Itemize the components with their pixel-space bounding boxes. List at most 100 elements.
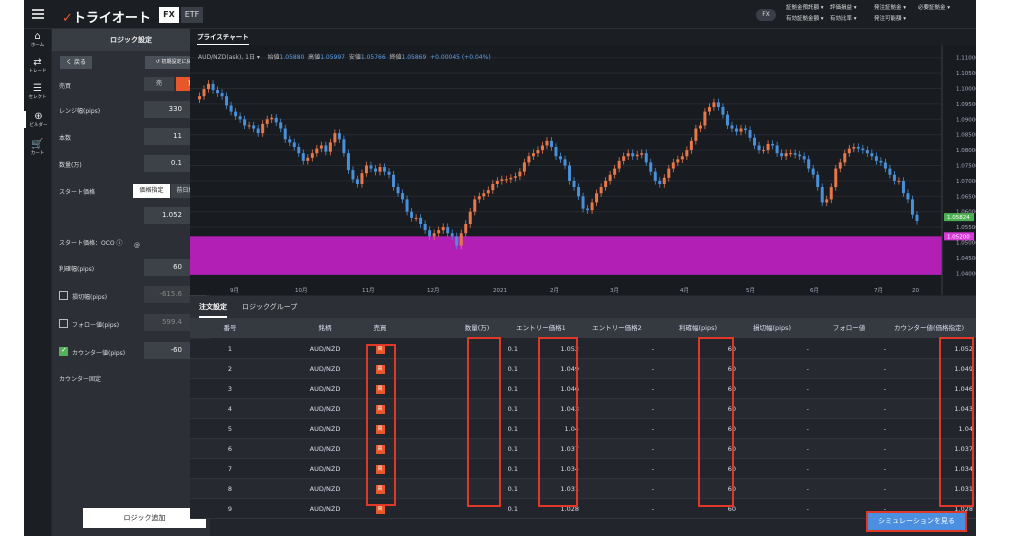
column-header: エントリー価格2 bbox=[592, 324, 642, 332]
candle-body bbox=[279, 122, 283, 129]
effective-margin-link[interactable]: 有効証拠金額 ▾ bbox=[786, 14, 830, 25]
candle-body bbox=[238, 116, 242, 120]
cell-fw: - bbox=[883, 485, 886, 493]
candle-body bbox=[319, 145, 323, 149]
loss-checkbox[interactable] bbox=[59, 291, 68, 300]
highlight-entry-column bbox=[538, 337, 578, 507]
cell-no: 3 bbox=[227, 385, 233, 393]
nav-select[interactable]: ☰ セレクト bbox=[24, 83, 51, 100]
add-logic-button[interactable]: ロジック追加 bbox=[83, 508, 206, 528]
table-row[interactable]: 3 AUD/NZD 買 0.1 1.046-60- -1.046 bbox=[190, 379, 976, 399]
cell-sl: - bbox=[806, 445, 809, 453]
y-tick-label: 1.07500 bbox=[956, 164, 976, 170]
candle-body bbox=[577, 187, 581, 197]
candle-body bbox=[211, 83, 215, 91]
price-specify-toggle[interactable]: 価格指定 bbox=[133, 184, 170, 198]
chart-svg[interactable]: 1.11000 1.10500 1.10000 1.09500 1.09000 1.085… bbox=[190, 45, 976, 295]
column-header: フォロー値 bbox=[832, 324, 866, 332]
cell-sl: - bbox=[806, 365, 809, 373]
select-icon: ☰ bbox=[33, 83, 42, 94]
simulation-button[interactable]: シミュレーションを見る bbox=[866, 511, 967, 532]
loss-value: -615.6 bbox=[159, 290, 182, 298]
candle-body bbox=[252, 125, 256, 129]
cell-sl: - bbox=[806, 405, 809, 413]
candle-body bbox=[405, 199, 409, 212]
candle-body bbox=[888, 168, 892, 175]
fx-badge: FX bbox=[756, 9, 776, 21]
candle-body bbox=[513, 176, 517, 178]
nav-builder[interactable]: ⊕ ビルダー bbox=[24, 111, 51, 128]
orderable-amount-link[interactable]: 発注可能額 ▾ bbox=[874, 14, 918, 25]
candle-body bbox=[753, 137, 757, 146]
table-row[interactable]: 5 AUD/NZD 買 0.1 1.04-60- -1.04 bbox=[190, 419, 976, 439]
tab-logic-group[interactable]: ロジックグループ bbox=[242, 296, 297, 318]
candle-body bbox=[373, 168, 377, 172]
cell-no: 6 bbox=[227, 445, 233, 453]
margin-deposit-link[interactable]: 証拠金預託額 ▾ bbox=[786, 3, 830, 14]
candle-body bbox=[771, 143, 775, 146]
candle-body bbox=[676, 159, 680, 163]
required-margin-link[interactable]: 必要証拠金 ▾ bbox=[918, 3, 962, 14]
side-label: 売買 bbox=[59, 83, 72, 90]
nav-cart[interactable]: 🛒 カート bbox=[24, 139, 51, 156]
cell-sl: - bbox=[806, 465, 809, 473]
table-row[interactable]: 4 AUD/NZD 買 0.1 1.043-60- -1.043 bbox=[190, 399, 976, 419]
candle-body bbox=[595, 193, 599, 203]
table-row[interactable]: 8 AUD/NZD 買 0.1 1.031-60- -1.031 bbox=[190, 479, 976, 499]
candle-body bbox=[441, 227, 445, 231]
counter-checkbox[interactable] bbox=[59, 346, 68, 356]
candle-body bbox=[559, 156, 562, 160]
table-row[interactable]: 9 AUD/NZD 買 0.1 1.028-60- -1.028 bbox=[190, 499, 976, 519]
candle-body bbox=[207, 83, 211, 90]
y-tick-label: 1.04500 bbox=[956, 256, 976, 262]
fx-tab[interactable]: FX bbox=[159, 7, 179, 23]
candle-body bbox=[468, 211, 472, 225]
candle-body bbox=[491, 183, 495, 191]
table-row[interactable]: 7 AUD/NZD 買 0.1 1.034-60- -1.034 bbox=[190, 459, 976, 479]
candle-body bbox=[310, 153, 314, 158]
table-row[interactable]: 6 AUD/NZD 買 0.1 1.037-60- -1.037 bbox=[190, 439, 976, 459]
logo[interactable]: ✓トライオート bbox=[62, 7, 151, 26]
y-tick-label: 1.04000 bbox=[956, 271, 976, 277]
price-chart[interactable]: 1.11000 1.10500 1.10000 1.09500 1.09000 1.085… bbox=[190, 45, 976, 295]
x-tick-label: 20 bbox=[912, 288, 919, 294]
app-window: ✓トライオート FX ETF FX 証拠金預託額 ▾ 評価損益 ▾ 発注証拠金 ▾ 必… bbox=[24, 0, 976, 536]
candle-body bbox=[568, 165, 572, 181]
counter-label: カウンター値(pips) bbox=[72, 350, 126, 357]
tab-order-settings[interactable]: 注文設定 bbox=[199, 296, 227, 318]
x-tick-label: 10月 bbox=[295, 287, 308, 294]
candle-body bbox=[261, 123, 265, 134]
candle-body bbox=[892, 174, 896, 181]
symbol-selector[interactable]: AUD/NZD(ask), 1日 ▾ bbox=[198, 54, 260, 61]
close-label: 終値 bbox=[389, 54, 402, 61]
back-button[interactable]: く 戻る bbox=[60, 56, 92, 69]
etf-tab[interactable]: ETF bbox=[181, 7, 203, 23]
candle-body bbox=[355, 179, 359, 184]
candle-body bbox=[270, 117, 274, 120]
candle-body bbox=[283, 128, 287, 140]
nav-home[interactable]: ⌂ ホーム bbox=[24, 31, 51, 48]
order-margin-link[interactable]: 発注証拠金 ▾ bbox=[874, 3, 918, 14]
candle-body bbox=[730, 125, 734, 129]
follow-checkbox[interactable] bbox=[59, 319, 68, 328]
highlight-profit-column bbox=[698, 337, 734, 507]
table-row[interactable]: 2 AUD/NZD 買 0.1 1.049-60- -1.049 bbox=[190, 359, 976, 379]
entry-zone bbox=[190, 236, 942, 275]
counter-value: -60 bbox=[170, 346, 182, 354]
candle-body bbox=[392, 174, 396, 188]
candle-body bbox=[739, 128, 743, 132]
tab-price-chart[interactable]: プライスチャート bbox=[197, 29, 249, 45]
profit-value: 60 bbox=[173, 263, 182, 271]
sell-toggle[interactable]: 売 bbox=[144, 77, 174, 91]
candle-body bbox=[234, 111, 238, 117]
table-row[interactable]: 1 AUD/NZD 買 0.1 1.052-60- -1.052 bbox=[190, 339, 976, 359]
open-value: 1.05880 bbox=[279, 54, 305, 61]
y-tick-label: 1.09000 bbox=[956, 117, 976, 123]
candle-body bbox=[626, 153, 630, 157]
menu-icon[interactable] bbox=[32, 9, 44, 19]
valuation-link[interactable]: 評価損益 ▾ bbox=[830, 3, 874, 14]
candle-body bbox=[906, 193, 910, 200]
x-tick-label: 7月 bbox=[874, 287, 883, 294]
nav-trade[interactable]: ⇄ トレード bbox=[24, 57, 51, 74]
effective-ratio-link[interactable]: 有効比率 ▾ bbox=[830, 14, 874, 25]
